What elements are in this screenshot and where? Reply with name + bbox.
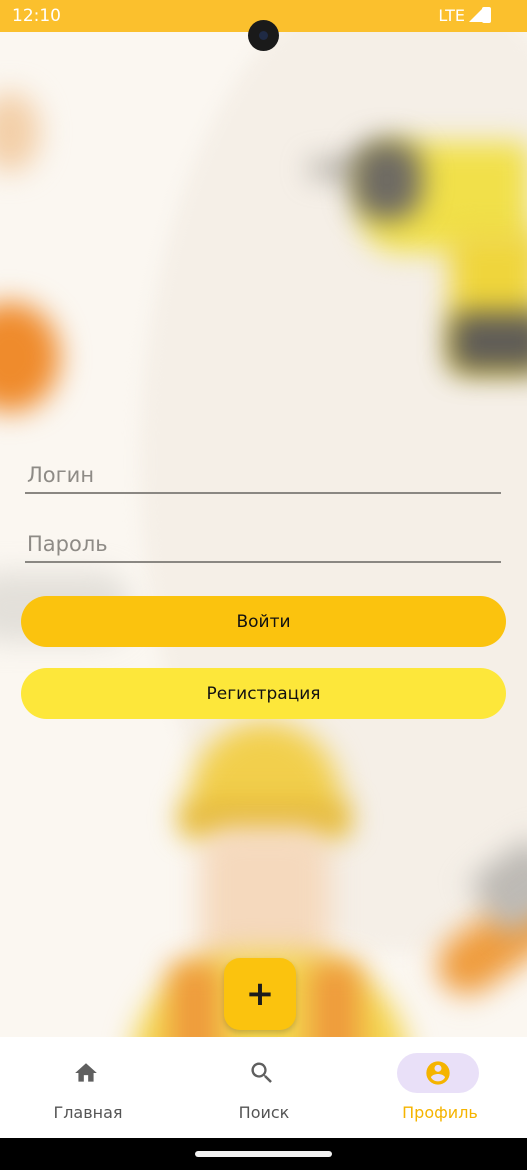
home-icon [45, 1053, 127, 1093]
bottom-navigation: Главная Поиск Профиль [0, 1037, 527, 1138]
front-camera-icon [248, 20, 279, 51]
login-field[interactable] [25, 458, 501, 494]
register-button[interactable]: Регистрация [21, 668, 506, 719]
password-field[interactable] [25, 527, 501, 563]
login-button[interactable]: Войти [21, 596, 506, 647]
nav-item-search[interactable]: Поиск [176, 1037, 352, 1138]
plus-icon: + [245, 974, 275, 1014]
account-circle-icon [397, 1053, 479, 1093]
battery-icon [482, 7, 491, 23]
add-fab-button[interactable]: + [224, 958, 296, 1030]
password-input[interactable] [25, 527, 501, 561]
login-input[interactable] [25, 458, 501, 492]
nav-item-profile[interactable]: Профиль [352, 1037, 527, 1138]
network-type: LTE [438, 6, 465, 25]
login-screen: 12:10 LTE Войти Регистрация + Главная По… [0, 0, 527, 1170]
nav-item-home[interactable]: Главная [0, 1037, 176, 1138]
home-gesture-handle[interactable] [195, 1151, 332, 1157]
search-icon [221, 1053, 303, 1093]
system-navigation-bar [0, 1138, 527, 1170]
status-time: 12:10 [12, 6, 61, 26]
nav-label-search: Поиск [238, 1103, 290, 1122]
nav-label-home: Главная [53, 1103, 123, 1122]
signal-icon [469, 8, 483, 22]
nav-label-profile: Профиль [402, 1103, 478, 1122]
